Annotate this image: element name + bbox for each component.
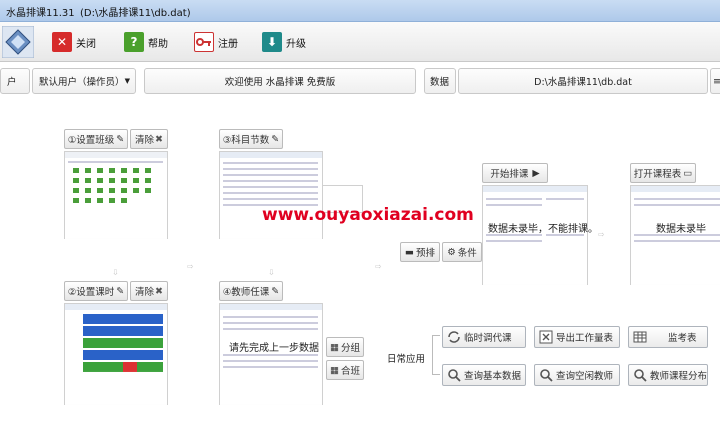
- group-button[interactable]: ▦ 分组: [326, 337, 364, 357]
- down-arrow-icon: ⇩: [268, 268, 275, 277]
- spreadsheet-icon: [539, 330, 553, 344]
- info-bar: 户 默认用户（操作员） ▼ 欢迎使用 水晶排课 免费版 数据 D:\水晶排课11…: [0, 66, 720, 96]
- close-button[interactable]: ✕ 关闭: [52, 28, 96, 56]
- right-arrow-icon: ⇨: [187, 262, 194, 271]
- combine-icon: ▦: [330, 364, 339, 376]
- temp-swap-button[interactable]: 临时调代课: [442, 326, 526, 348]
- close-icon: ✕: [52, 32, 72, 52]
- start-overlay-text: 数据未录毕，不能排课。: [488, 224, 598, 235]
- setup-class-button[interactable]: ①设置班级 ✎: [64, 129, 128, 149]
- crystal-logo-icon[interactable]: [2, 26, 34, 58]
- class-setup-thumbnail: [64, 151, 168, 239]
- dropdown-arrow-icon: ▼: [124, 77, 130, 85]
- data-path-field[interactable]: D:\水晶排课11\db.dat: [458, 68, 708, 94]
- welcome-banner: 欢迎使用 水晶排课 免费版: [144, 68, 416, 94]
- register-button[interactable]: 注册: [194, 28, 238, 56]
- invigilation-button[interactable]: 监考表: [628, 326, 708, 348]
- clear-periods-button[interactable]: 清除 ✖: [130, 281, 168, 301]
- subject-hours-button[interactable]: ③科目节数 ✎: [219, 129, 283, 149]
- periods-thumbnail: [64, 303, 168, 405]
- download-arrow-icon: ⬇: [262, 32, 282, 52]
- right-arrow-icon: ⇨: [375, 262, 382, 271]
- query-free-teacher-button[interactable]: 查询空闲教师: [534, 364, 620, 386]
- query-basic-data-button[interactable]: 查询基本数据: [442, 364, 526, 386]
- pencil-icon: ✎: [271, 285, 280, 297]
- app-title: 水晶排课11.31: [6, 8, 75, 19]
- conditions-button[interactable]: ⚙ 条件: [442, 242, 482, 262]
- timetable-thumbnail: [630, 185, 720, 285]
- menu-icon[interactable]: ≡: [710, 68, 720, 94]
- help-button[interactable]: ? 帮助: [124, 28, 168, 56]
- upgrade-button[interactable]: ⬇ 升级: [262, 28, 306, 56]
- assign-overlay-text: 请先完成上一步数据: [229, 343, 319, 354]
- search-icon: [540, 369, 553, 382]
- search-icon: [448, 369, 461, 382]
- teacher-assign-thumbnail: [219, 303, 323, 405]
- file-path: (D:\水晶排课11\db.dat): [80, 8, 191, 19]
- combine-class-button[interactable]: ▦ 合班: [326, 360, 364, 380]
- daily-apps-label: 日常应用: [387, 354, 426, 365]
- clear-class-button[interactable]: 清除 ✖: [130, 129, 168, 149]
- table-icon: [633, 331, 647, 343]
- folder-icon: ▭: [683, 167, 693, 179]
- open-overlay-text: 数据未录毕: [656, 224, 706, 235]
- export-workload-button[interactable]: 导出工作量表: [534, 326, 620, 348]
- daily-bracket: [432, 335, 440, 375]
- truck-icon: ▬: [405, 246, 414, 258]
- help-icon: ?: [124, 32, 144, 52]
- down-arrow-icon: ⇩: [112, 268, 119, 277]
- open-timetable-button[interactable]: 打开课程表 ▭: [630, 163, 696, 183]
- pencil-icon: ✎: [116, 285, 125, 297]
- play-icon: ▶: [532, 167, 540, 179]
- toolbar: ✕ 关闭 ? 帮助 注册 ⬇ 升级: [0, 22, 720, 62]
- data-label: 数据: [424, 68, 456, 94]
- swap-icon: [448, 331, 460, 343]
- pencil-icon: ✎: [271, 133, 280, 145]
- setup-periods-button[interactable]: ②设置课时 ✎: [64, 281, 128, 301]
- search-icon: [634, 369, 647, 382]
- schedule-thumbnail: [482, 185, 588, 285]
- start-schedule-button[interactable]: 开始排课 ▶: [482, 163, 548, 183]
- watermark: www.ouyaoxiazai.com: [262, 205, 474, 225]
- key-icon: [194, 32, 214, 52]
- gear-icon: ⚙: [447, 246, 456, 258]
- clear-x-icon: ✖: [155, 285, 163, 297]
- right-arrow-icon: ⇨: [598, 230, 605, 239]
- user-select[interactable]: 默认用户（操作员） ▼: [32, 68, 136, 94]
- teacher-assign-button[interactable]: ④教师任课 ✎: [219, 281, 283, 301]
- clear-x-icon: ✖: [155, 133, 163, 145]
- pre-schedule-button[interactable]: ▬ 预排: [400, 242, 440, 262]
- group-icon: ▦: [330, 341, 339, 353]
- pencil-icon: ✎: [116, 133, 125, 145]
- title-bar: 水晶排课11.31 (D:\水晶排课11\db.dat): [0, 0, 720, 22]
- subject-hours-thumbnail: [219, 151, 323, 239]
- teacher-distribution-button[interactable]: 教师课程分布: [628, 364, 708, 386]
- user-label: 户: [0, 68, 30, 94]
